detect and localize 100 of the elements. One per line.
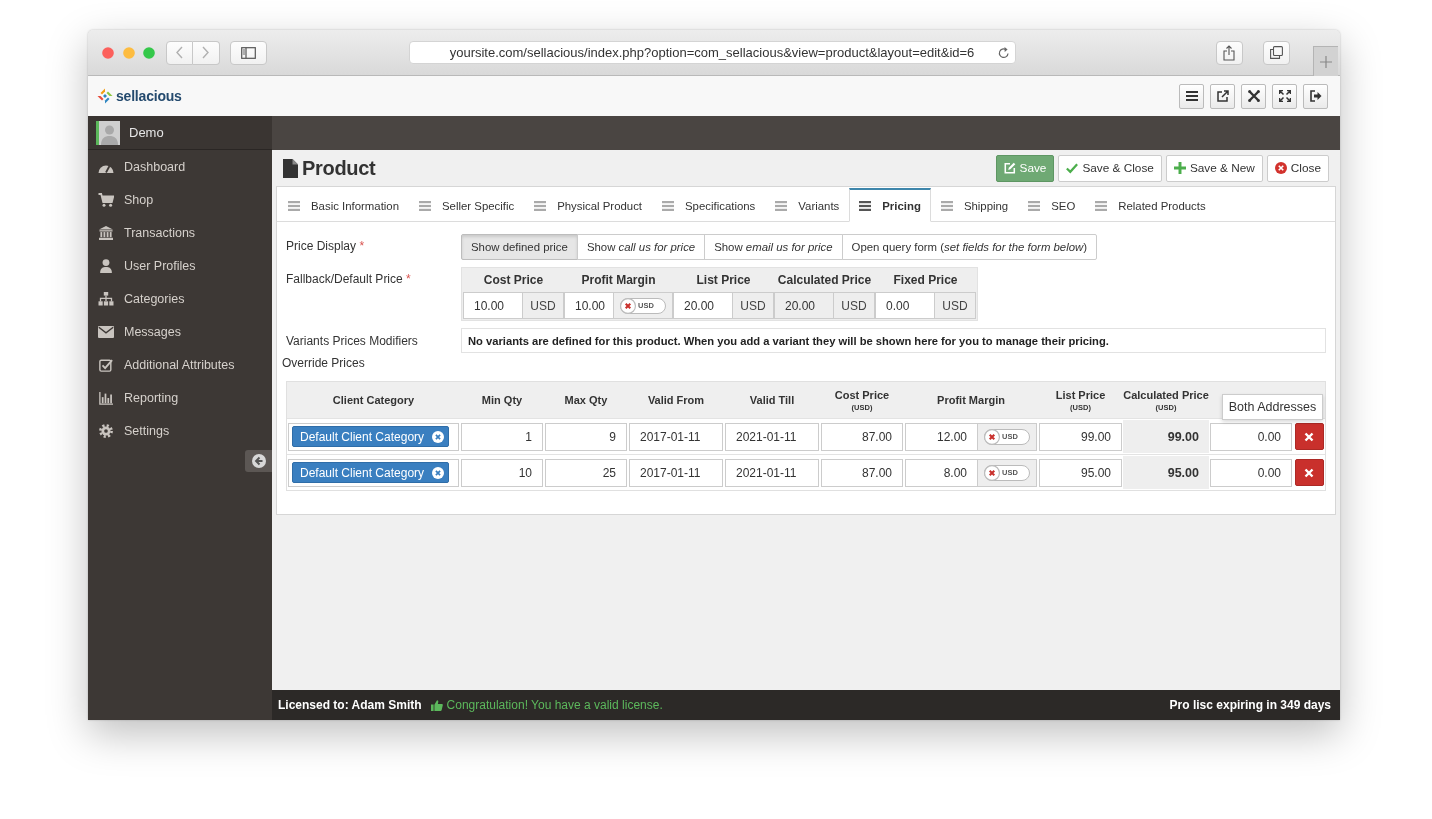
chevron-left-icon: [175, 46, 183, 59]
calculated-price-cell: 95.00: [1123, 456, 1209, 489]
price-input[interactable]: 20.00: [673, 292, 733, 319]
sidebar-item[interactable]: Additional Attributes: [88, 348, 272, 381]
column-header: Client Category: [331, 393, 416, 408]
price-input[interactable]: 0.00: [875, 292, 935, 319]
min-qty-input[interactable]: 10: [461, 458, 543, 487]
column-header: Profit Margin: [936, 393, 1006, 408]
currency-addon: USD: [523, 292, 564, 319]
check-icon: [1066, 162, 1079, 174]
share-icon: [1223, 44, 1235, 61]
delete-button[interactable]: [1294, 459, 1324, 486]
external-link-button[interactable]: [1210, 83, 1235, 109]
logo-text: sellacious: [116, 88, 182, 104]
sidebar-item[interactable]: User Profiles: [88, 249, 272, 282]
currency-addon: USD: [834, 292, 875, 319]
price-display-option[interactable]: Show email us for price: [704, 234, 843, 260]
menu-button[interactable]: [1179, 83, 1204, 109]
category-chip[interactable]: Default Client Category: [292, 426, 450, 447]
tab[interactable]: Shipping: [930, 188, 1019, 222]
max-qty-input[interactable]: 25: [545, 458, 627, 487]
list-icon: [859, 200, 872, 211]
price-display-option[interactable]: Show defined price: [461, 234, 578, 260]
external-link-icon: [1216, 90, 1229, 102]
sidebar-item[interactable]: Shop: [88, 183, 272, 216]
client-category-field[interactable]: Default Client Category: [288, 458, 459, 487]
sidebar-button[interactable]: [229, 40, 267, 65]
profit-margin-input[interactable]: 8.00: [905, 458, 978, 487]
column-header: Fixed Price: [892, 272, 959, 289]
user-icon: [98, 258, 114, 273]
share-button[interactable]: [1215, 40, 1243, 65]
tooltip: Both Addresses: [1222, 394, 1323, 420]
tab[interactable]: Related Products: [1085, 188, 1216, 222]
plus-icon: [1319, 55, 1332, 68]
list-price-input[interactable]: 95.00: [1039, 458, 1122, 487]
list-icon: [775, 200, 788, 211]
min-qty-input[interactable]: 1: [461, 422, 543, 451]
tab[interactable]: Pricing: [849, 188, 931, 222]
price-input[interactable]: 10.00: [463, 292, 523, 319]
fixed-price-input[interactable]: 0.00: [1210, 458, 1292, 487]
list-price-input[interactable]: 99.00: [1039, 422, 1122, 451]
column-header: Min Qty: [480, 393, 524, 408]
file-icon: [283, 158, 298, 178]
fixed-price-input[interactable]: 0.00: [1210, 422, 1292, 451]
tab[interactable]: Basic Information: [278, 188, 409, 222]
price-display-option[interactable]: Open query form (set fields for the form below): [841, 234, 1098, 260]
sidebar-item[interactable]: Dashboard: [88, 150, 272, 183]
arrow-circle-left-icon: [251, 454, 266, 468]
sidebar-item[interactable]: Reporting: [88, 381, 272, 414]
sidebar-icon: [240, 46, 256, 59]
tab[interactable]: Specifications: [652, 188, 766, 222]
currency-addon: USD: [935, 292, 976, 319]
delete-button[interactable]: [1294, 423, 1324, 450]
logout-icon: [1309, 90, 1322, 102]
license-expiry: Pro lisc expiring in 349 days: [1169, 698, 1331, 712]
logout-button[interactable]: [1303, 83, 1328, 109]
tab[interactable]: SEO: [1018, 188, 1086, 222]
column-header: Cost Price: [482, 272, 545, 289]
category-chip[interactable]: Default Client Category: [292, 462, 450, 483]
edit-icon: [1003, 162, 1016, 174]
tabs-button[interactable]: [1262, 40, 1290, 65]
tab[interactable]: Seller Specific: [409, 188, 525, 222]
save-new-button[interactable]: Save & New: [1165, 154, 1263, 182]
sidebar-item[interactable]: Categories: [88, 282, 272, 315]
collapse-sidebar-button[interactable]: [245, 450, 272, 472]
sidebar-item[interactable]: Settings: [88, 414, 272, 447]
remove-icon[interactable]: [432, 430, 445, 443]
tab[interactable]: Variants: [765, 188, 850, 222]
price-input[interactable]: 10.00: [564, 292, 614, 319]
sidebar-item[interactable]: Transactions: [88, 216, 272, 249]
date-input[interactable]: 2017-01-11: [629, 422, 723, 451]
date-input[interactable]: 2021-01-11: [725, 458, 819, 487]
save-close-button[interactable]: Save & Close: [1058, 154, 1162, 182]
cross-button[interactable]: [1241, 83, 1266, 109]
cost-price-input[interactable]: 87.00: [821, 422, 903, 451]
license-status: Congratulation! You have a valid license.: [446, 698, 663, 712]
price-display-option[interactable]: Show call us for price: [576, 234, 706, 260]
bar-chart-icon: [98, 390, 114, 405]
column-header: Valid Till: [748, 393, 796, 408]
page-title: Product: [302, 156, 376, 180]
tab[interactable]: Physical Product: [524, 188, 652, 222]
x-icon: [1304, 467, 1314, 478]
date-input[interactable]: 2021-01-11: [725, 422, 819, 451]
close-button[interactable]: Close: [1266, 154, 1329, 182]
cost-price-input[interactable]: 87.00: [821, 458, 903, 487]
list-icon: [534, 200, 547, 211]
expand-icon: [1278, 90, 1291, 102]
sidebar-item[interactable]: Messages: [88, 315, 272, 348]
bank-icon: [98, 225, 114, 240]
date-input[interactable]: 2017-01-11: [629, 458, 723, 487]
address-field[interactable]: yoursite.com/sellacious/index.php?option=com_sellacious&view=product&layout=edit&id=6: [408, 41, 1016, 64]
checkbox-icon: [98, 357, 114, 372]
max-qty-input[interactable]: 9: [545, 422, 627, 451]
profit-margin-input[interactable]: 12.00: [905, 422, 978, 451]
remove-icon[interactable]: [432, 466, 445, 479]
client-category-field[interactable]: Default Client Category: [288, 422, 459, 451]
list-icon: [940, 200, 953, 211]
currency-addon: USD: [733, 292, 774, 319]
fullscreen-button[interactable]: [1272, 83, 1297, 109]
column-header: Valid From: [646, 393, 706, 408]
